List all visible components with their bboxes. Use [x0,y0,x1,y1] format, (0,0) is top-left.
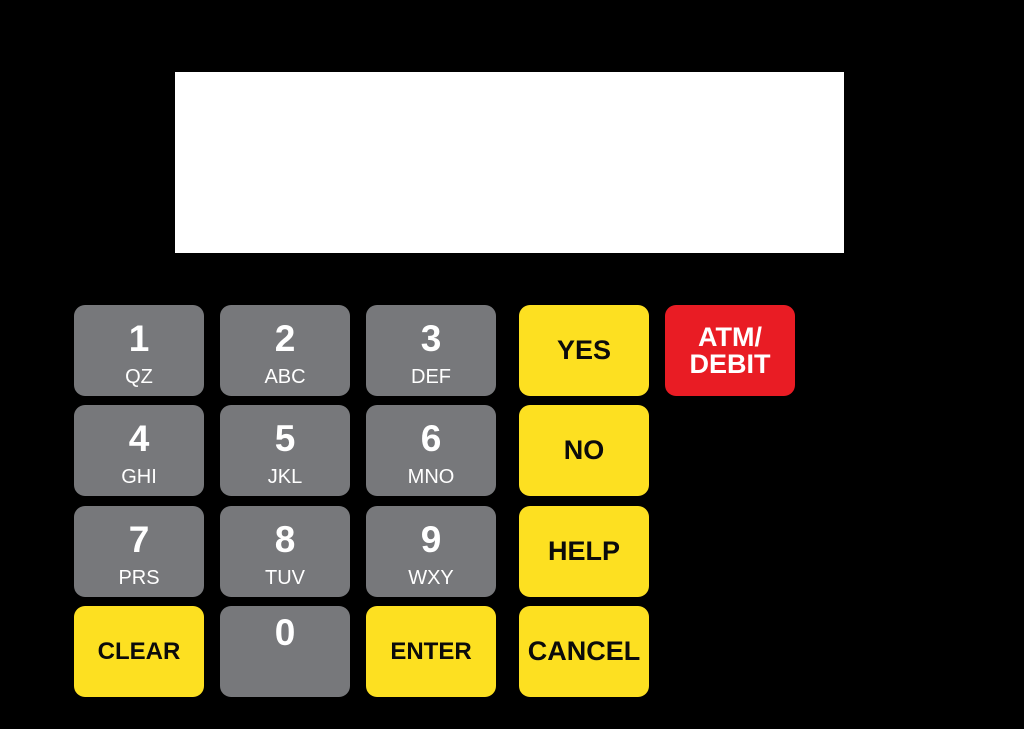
key-letters: WXY [408,567,454,589]
cancel-label: CANCEL [527,636,641,666]
help-label: HELP [547,536,620,566]
key-7[interactable]: 7 PRS [74,506,204,597]
key-6[interactable]: 6 MNO [366,405,496,496]
key-digit: 5 [274,418,296,459]
cancel-button[interactable]: CANCEL [519,606,649,697]
key-9[interactable]: 9 WXY [366,506,496,597]
key-letters: MNO [407,466,455,488]
key-letters: GHI [121,466,157,488]
key-2[interactable]: 2 ABC [220,305,350,396]
key-3[interactable]: 3 DEF [366,305,496,396]
key-digit: 6 [420,418,442,459]
key-0[interactable]: 0 [220,606,350,697]
key-digit: 3 [420,318,442,359]
key-digit: 7 [128,519,150,560]
key-digit: 8 [274,519,296,560]
enter-button[interactable]: ENTER [366,606,496,697]
key-5[interactable]: 5 JKL [220,405,350,496]
yes-label: YES [556,335,612,365]
key-letters: PRS [118,567,160,589]
key-digit: 0 [274,612,296,653]
clear-label: CLEAR [97,638,181,665]
yes-button[interactable]: YES [519,305,649,396]
key-8[interactable]: 8 TUV [220,506,350,597]
clear-button[interactable]: CLEAR [74,606,204,697]
help-button[interactable]: HELP [519,506,649,597]
no-label: NO [563,435,605,465]
key-digit: 4 [128,418,150,459]
key-digit: 1 [128,318,150,359]
key-letters: DEF [411,366,451,388]
key-digit: 9 [420,519,442,560]
key-digit: 2 [274,318,296,359]
key-letters: TUV [265,567,305,589]
key-4[interactable]: 4 GHI [74,405,204,496]
key-1[interactable]: 1 QZ [74,305,204,396]
no-button[interactable]: NO [519,405,649,496]
atm-debit-label: ATM/ DEBIT [689,321,771,379]
key-letters: ABC [264,366,306,388]
atm-debit-button[interactable]: ATM/ DEBIT [665,305,795,396]
display-screen [175,72,844,253]
enter-label: ENTER [390,638,472,665]
key-letters: QZ [125,366,153,388]
key-letters: JKL [267,466,303,488]
